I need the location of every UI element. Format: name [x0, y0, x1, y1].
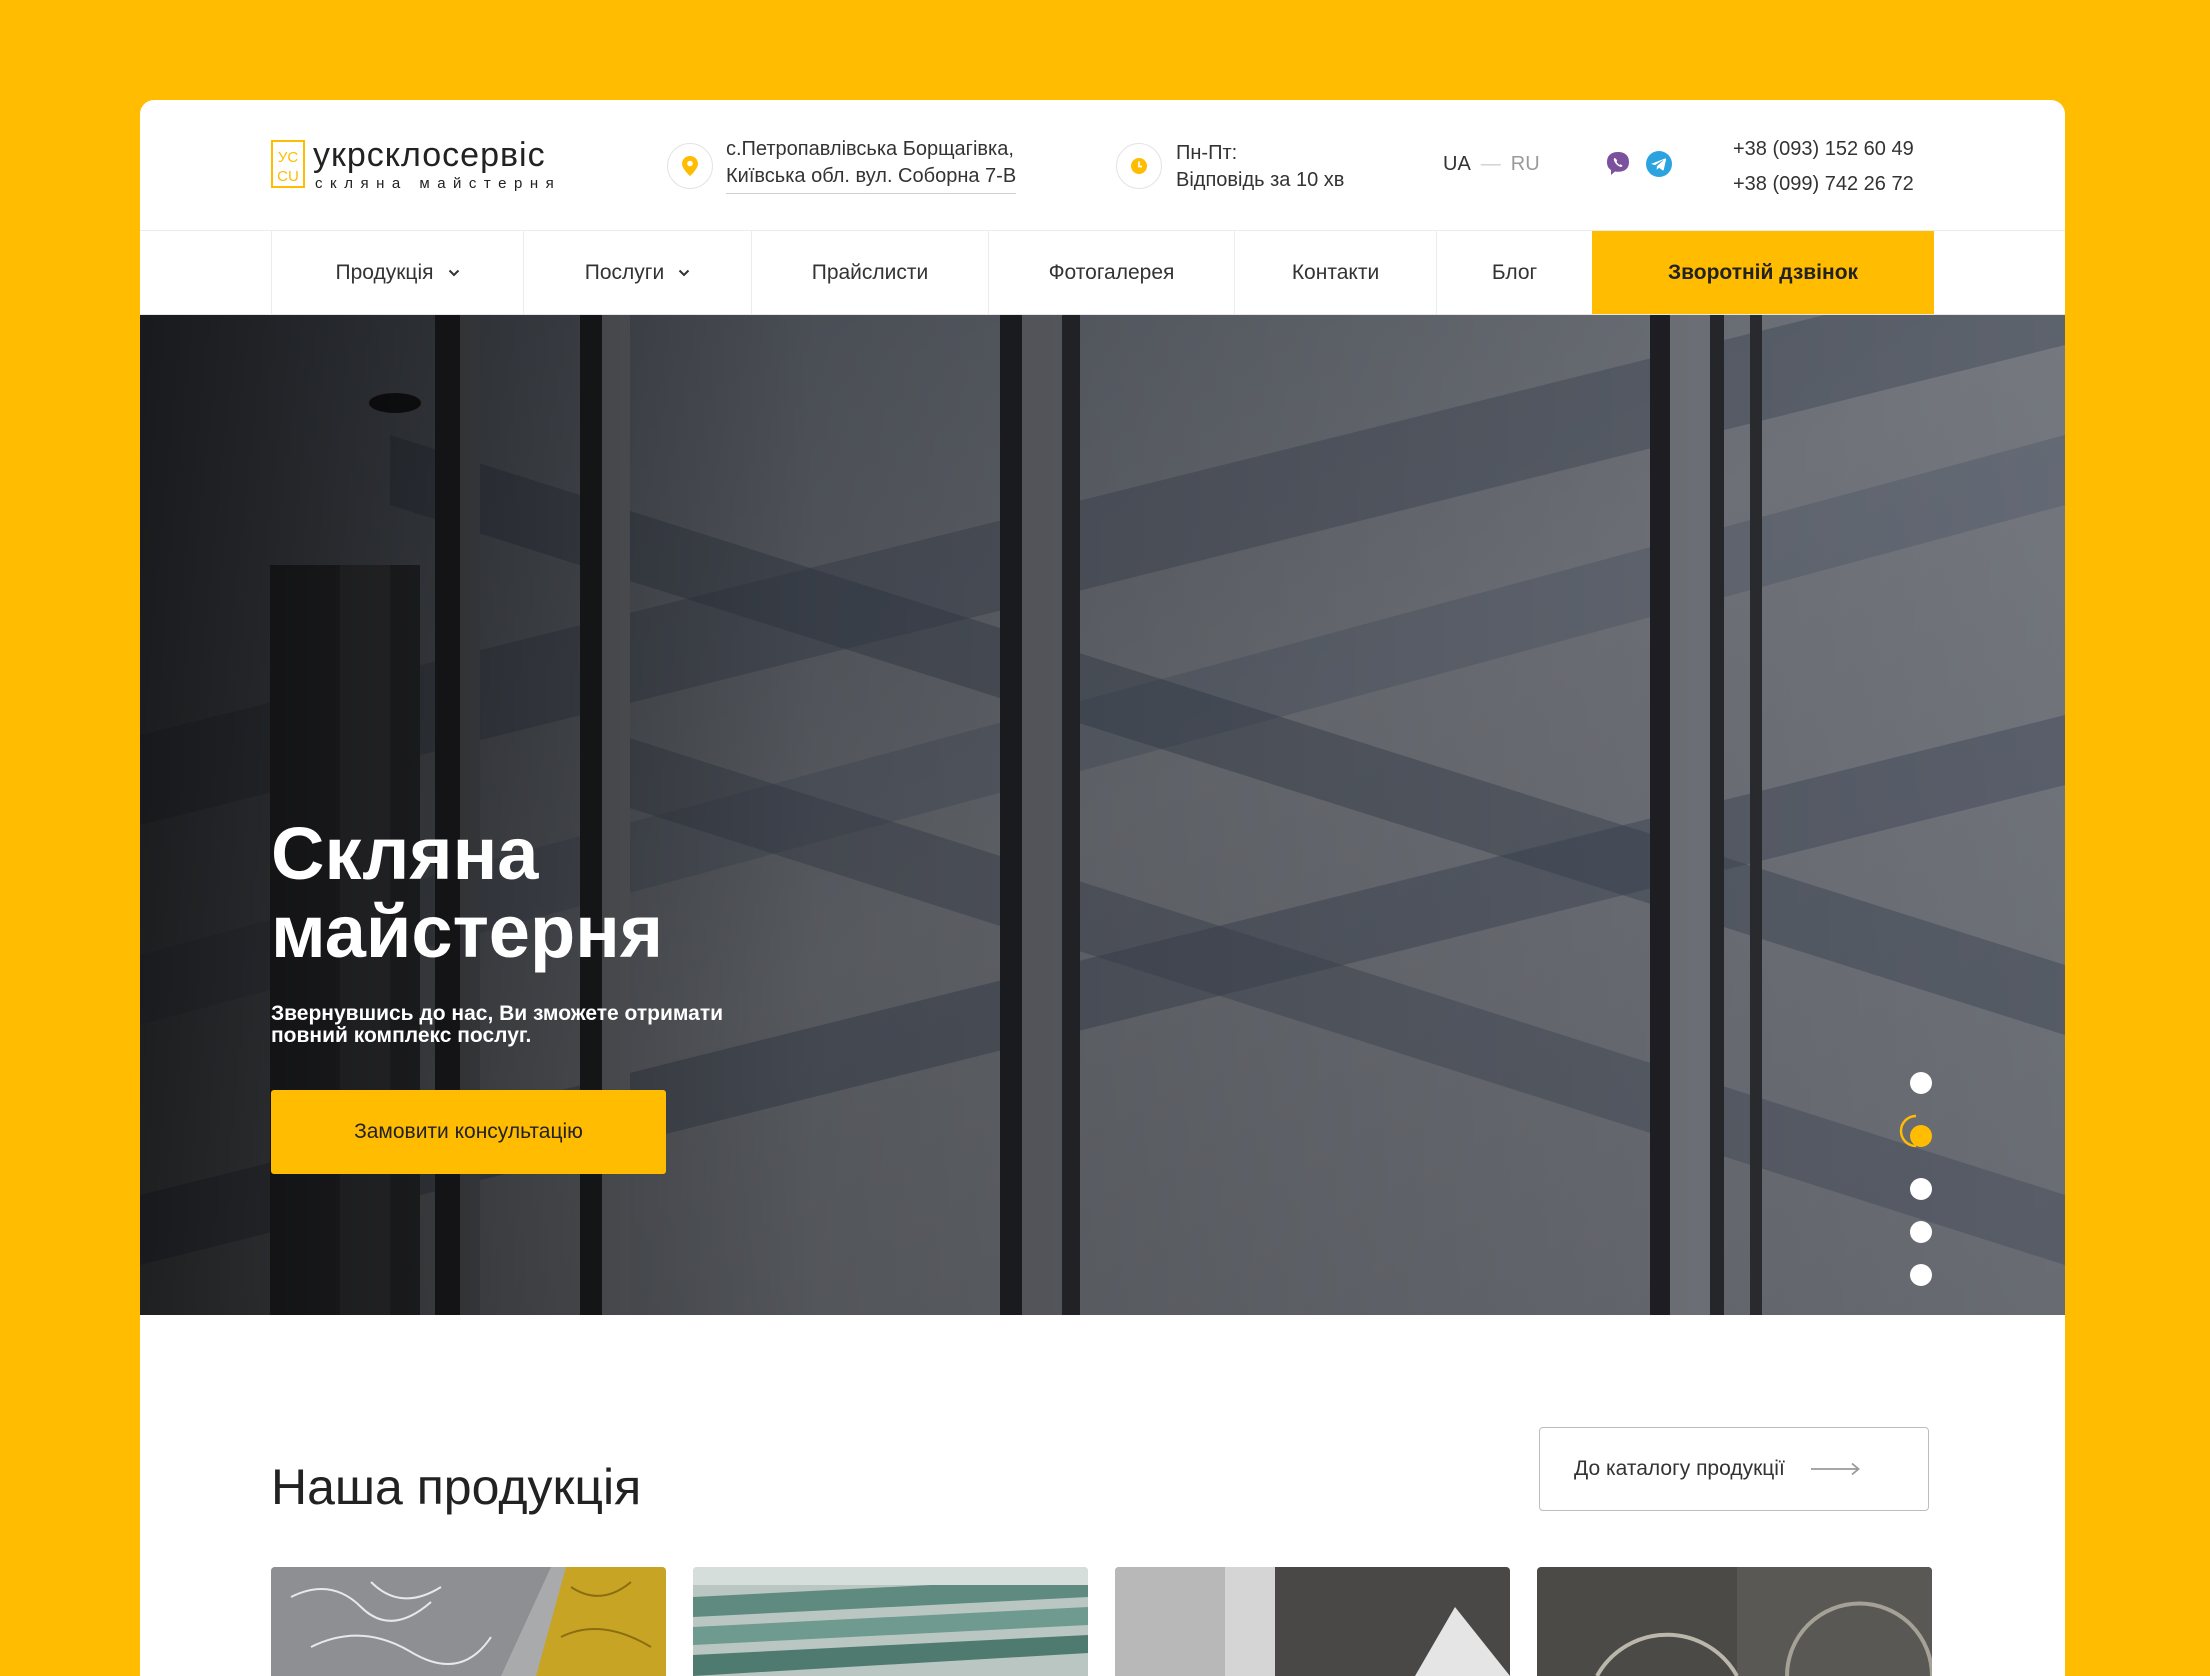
hero-slider: Скляна майстерня Звернувшись до нас, Ви … — [140, 315, 2065, 1315]
order-consultation-button[interactable]: Замовити консультацію — [271, 1090, 666, 1174]
nav-label: Блог — [1491, 260, 1538, 284]
slider-dot-4[interactable] — [1910, 1221, 1932, 1243]
phone-numbers: +38 (093) 152 60 49 +38 (099) 742 26 72 — [1733, 132, 1914, 202]
address-line-1: с.Петропавлівська Борщагівка, — [726, 138, 1014, 160]
language-switcher: UA — RU — [1443, 153, 1540, 176]
nav-item-contacts[interactable]: Контакти — [1234, 231, 1436, 314]
address-line-2: Київська обл. вул. Соборна 7-В — [726, 163, 1017, 194]
viber-icon[interactable] — [1604, 150, 1632, 178]
working-hours: Пн-Пт: Відповідь за 10 хв — [1176, 140, 1344, 194]
telegram-icon[interactable] — [1645, 150, 1673, 178]
hours-line-1: Пн-Пт: — [1176, 142, 1238, 164]
product-card-2[interactable] — [693, 1567, 1088, 1676]
product-image-2 — [693, 1567, 1088, 1676]
product-card-3[interactable] — [1115, 1567, 1510, 1676]
top-bar: УС CU укрсклосервіс склянa майстерня с.П… — [140, 100, 2065, 231]
logo-name: укрсклосервіс — [313, 136, 546, 174]
nav-item-pricelists[interactable]: Прайслисти — [751, 231, 988, 314]
product-image-1 — [271, 1567, 666, 1676]
slider-dot-1[interactable] — [1910, 1072, 1932, 1094]
catalog-button[interactable]: До каталогу продукції — [1539, 1427, 1929, 1511]
hero-title: Скляна майстерня — [271, 812, 664, 973]
product-card-1[interactable] — [271, 1567, 666, 1676]
products-section-title: Наша продукція — [271, 1459, 642, 1515]
nav-label: Контакти — [1291, 260, 1380, 284]
callback-button[interactable]: Зворотній дзвінок — [1592, 231, 1934, 314]
site-logo[interactable]: УС CU укрсклосервіс склянa майстерня — [271, 136, 591, 192]
nav-item-blog[interactable]: Блог — [1436, 231, 1592, 314]
product-image-4 — [1537, 1567, 1932, 1676]
nav-label: Продукція — [335, 260, 434, 284]
clock-icon — [1131, 158, 1147, 174]
phone-2[interactable]: +38 (099) 742 26 72 — [1733, 167, 1914, 202]
phone-1[interactable]: +38 (093) 152 60 49 — [1733, 132, 1914, 167]
nav-item-gallery[interactable]: Фотогалерея — [988, 231, 1234, 314]
nav-item-services[interactable]: Послуги — [523, 231, 751, 314]
svg-text:CU: CU — [277, 168, 299, 185]
address[interactable]: с.Петропавлівська Борщагівка, Київська о… — [726, 136, 1017, 194]
location-pin-icon — [682, 156, 698, 176]
nav-label: Прайслисти — [811, 260, 929, 284]
slider-dot-2[interactable] — [1910, 1125, 1932, 1147]
nav-item-products[interactable]: Продукція — [271, 231, 523, 314]
slider-dot-5[interactable] — [1910, 1264, 1932, 1286]
logo-mark-icon: УС CU — [271, 140, 305, 188]
product-image-3 — [1115, 1567, 1510, 1676]
arrow-right-icon — [1810, 1462, 1860, 1476]
location-badge — [667, 143, 713, 189]
nav-label: Послуги — [584, 260, 665, 284]
product-card-4[interactable] — [1537, 1567, 1932, 1676]
logo-tagline: склянa майстерня — [315, 175, 562, 192]
browser-page: УС CU укрсклосервіс склянa майстерня с.П… — [140, 100, 2065, 1676]
slider-dot-3[interactable] — [1910, 1178, 1932, 1200]
lang-separator: — — [1480, 153, 1501, 175]
lang-ua[interactable]: UA — [1443, 153, 1471, 175]
nav-label: Фотогалерея — [1048, 260, 1175, 284]
hero-subtitle: Звернувшись до нас, Ви зможете отримати … — [271, 1002, 724, 1047]
chevron-down-icon — [448, 269, 459, 276]
clock-badge — [1116, 143, 1162, 189]
svg-text:УС: УС — [278, 149, 299, 166]
catalog-button-label: До каталогу продукції — [1574, 1457, 1785, 1480]
lang-ru[interactable]: RU — [1511, 153, 1540, 175]
chevron-down-icon — [678, 269, 690, 276]
hours-line-2: Відповідь за 10 хв — [1176, 169, 1345, 191]
main-navigation: Продукція Послуги Прайслисти Фотогалерея… — [271, 231, 1934, 314]
